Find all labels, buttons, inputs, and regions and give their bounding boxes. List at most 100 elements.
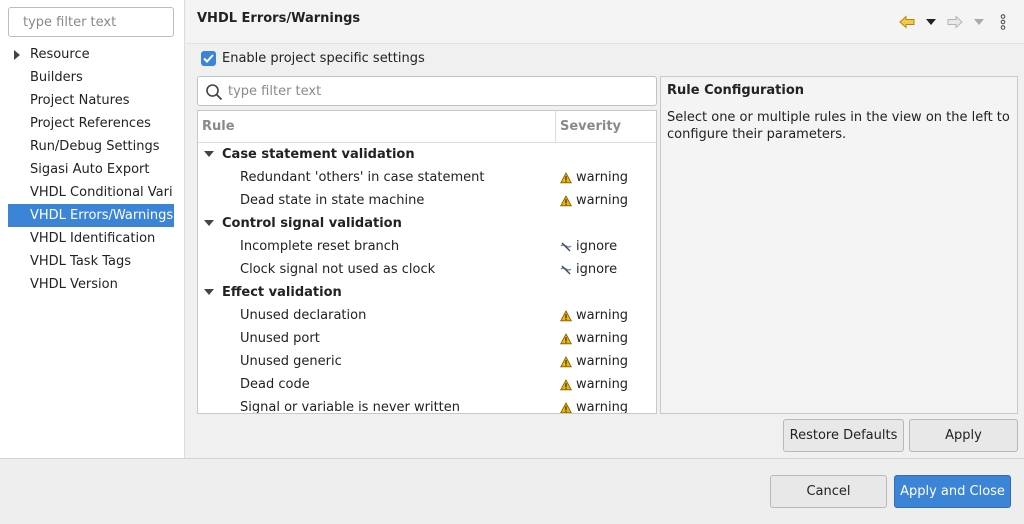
rule-configuration-panel: Rule Configuration Select one or multipl… xyxy=(660,76,1018,414)
rule-label: Signal or variable is never written xyxy=(240,400,461,414)
nav-item-label: VHDL Errors/Warnings xyxy=(30,208,174,223)
rule-group-label: Control signal validation xyxy=(222,216,402,231)
collapse-arrow-icon[interactable] xyxy=(204,289,214,295)
nav-item-vhdl-errors-warnings[interactable]: VHDL Errors/Warnings xyxy=(8,204,174,227)
rules-panel: Rule Severity Case statement validation R… xyxy=(197,76,657,414)
nav-item-label: Resource xyxy=(30,47,90,62)
rule-row[interactable]: Clock signal not used as clock ignore xyxy=(198,258,656,281)
warning-icon xyxy=(560,171,572,184)
nav-item-project-natures[interactable]: Project Natures xyxy=(8,89,174,112)
rules-tree-body: Case statement validation Redundant 'othe… xyxy=(198,143,656,414)
nav-item-label: VHDL Task Tags xyxy=(30,254,132,269)
rule-row[interactable]: Unused generic warning xyxy=(198,350,656,373)
nav-item-vhdl-version[interactable]: VHDL Version xyxy=(8,273,174,296)
more-options-icon[interactable] xyxy=(994,13,1012,31)
severity-label: warning xyxy=(576,354,629,369)
rule-row[interactable]: Dead code warning xyxy=(198,373,656,396)
rules-tree: Rule Severity Case statement validation R… xyxy=(197,110,657,414)
nav-item-run-debug-settings[interactable]: Run/Debug Settings xyxy=(8,135,174,158)
severity-label: warning xyxy=(576,331,629,346)
severity-cell[interactable]: warning xyxy=(560,377,628,392)
severity-cell[interactable]: warning xyxy=(560,354,628,369)
severity-cell[interactable]: warning xyxy=(560,170,628,185)
rule-label: Clock signal not used as clock xyxy=(240,262,436,277)
forward-menu-chevron-icon xyxy=(970,13,988,31)
rule-row[interactable]: Incomplete reset branch ignore xyxy=(198,235,656,258)
rule-row[interactable]: Redundant 'others' in case statement warn… xyxy=(198,166,656,189)
rules-tree-header: Rule Severity xyxy=(198,111,656,143)
rule-row[interactable]: Unused declaration warning xyxy=(198,304,656,327)
nav-item-vhdl-task-tags[interactable]: VHDL Task Tags xyxy=(8,250,174,273)
rule-group-label: Case statement validation xyxy=(222,147,415,162)
severity-cell[interactable]: ignore xyxy=(560,262,617,277)
warning-icon xyxy=(560,332,572,345)
preferences-nav-pane: Resource Builders Project Natures Project R… xyxy=(0,0,185,458)
nav-item-resource[interactable]: Resource xyxy=(8,43,174,66)
severity-column-header[interactable]: Severity xyxy=(556,111,656,142)
nav-item-label: Run/Debug Settings xyxy=(30,139,160,154)
nav-item-builders[interactable]: Builders xyxy=(8,66,174,89)
checkmark-icon xyxy=(203,53,214,63)
warning-icon xyxy=(560,378,572,391)
nav-item-label: Project Natures xyxy=(30,93,130,108)
severity-label: warning xyxy=(576,170,629,185)
enable-project-settings-label: Enable project specific settings xyxy=(222,50,425,66)
apply-and-close-button[interactable]: Apply and Close xyxy=(894,475,1011,508)
nav-item-vhdl-identification[interactable]: VHDL Identification xyxy=(8,227,174,250)
severity-label: ignore xyxy=(576,239,618,254)
warning-icon xyxy=(560,355,572,368)
nav-item-label: VHDL Identification xyxy=(30,231,156,246)
nav-item-vhdl-conditional-vari[interactable]: VHDL Conditional Vari xyxy=(8,181,174,204)
collapse-arrow-icon[interactable] xyxy=(204,151,214,157)
rule-label: Dead code xyxy=(240,377,310,392)
restore-defaults-button[interactable]: Restore Defaults xyxy=(783,419,904,452)
collapse-arrow-icon[interactable] xyxy=(204,220,214,226)
nav-item-label: Project References xyxy=(30,116,151,131)
ignore-icon xyxy=(560,264,572,276)
rule-group-row[interactable]: Case statement validation xyxy=(198,143,656,166)
dialog-footer: Cancel Apply and Close xyxy=(0,458,1024,524)
expand-arrow-icon[interactable] xyxy=(14,43,22,66)
severity-label: ignore xyxy=(576,262,618,277)
page-header: VHDL Errors/Warnings xyxy=(186,0,1024,44)
apply-button[interactable]: Apply xyxy=(909,419,1018,452)
rule-label: Incomplete reset branch xyxy=(240,239,400,254)
severity-cell[interactable]: warning xyxy=(560,331,628,346)
ignore-icon xyxy=(560,241,572,253)
cancel-button[interactable]: Cancel xyxy=(770,475,887,508)
warning-icon xyxy=(560,401,572,414)
header-toolbar xyxy=(898,13,1012,31)
forward-arrow-icon xyxy=(946,13,964,31)
severity-label: warning xyxy=(576,377,629,392)
severity-cell[interactable]: warning xyxy=(560,400,629,414)
nav-item-label: VHDL Version xyxy=(30,277,118,292)
nav-item-sigasi-auto-export[interactable]: Sigasi Auto Export xyxy=(8,158,174,181)
severity-label: warning xyxy=(576,308,629,323)
rule-filter-box xyxy=(197,76,657,106)
rule-group-row[interactable]: Effect validation xyxy=(198,281,656,304)
rule-row[interactable]: Unused port warning xyxy=(198,327,656,350)
severity-cell[interactable]: ignore xyxy=(560,239,617,254)
rule-column-header[interactable]: Rule xyxy=(198,111,556,142)
rule-configuration-title: Rule Configuration xyxy=(667,83,805,98)
nav-tree: Resource Builders Project Natures Project R… xyxy=(8,43,174,296)
back-menu-chevron-icon[interactable] xyxy=(922,13,940,31)
nav-filter-input[interactable] xyxy=(8,7,174,37)
rule-label: Unused port xyxy=(240,331,320,346)
enable-project-settings-row[interactable]: Enable project specific settings xyxy=(201,49,425,67)
nav-item-project-references[interactable]: Project References xyxy=(8,112,174,135)
search-icon xyxy=(206,84,223,101)
back-arrow-icon[interactable] xyxy=(898,13,916,31)
severity-cell[interactable]: warning xyxy=(560,308,628,323)
rule-label: Redundant 'others' in case statement xyxy=(240,170,485,185)
severity-cell[interactable]: warning xyxy=(560,193,628,208)
severity-label: warning xyxy=(576,400,629,414)
warning-icon xyxy=(560,194,572,207)
rule-row[interactable]: Dead state in state machine warning xyxy=(198,189,656,212)
page-title: VHDL Errors/Warnings xyxy=(197,11,361,26)
warning-icon xyxy=(560,309,572,322)
rule-group-row[interactable]: Control signal validation xyxy=(198,212,656,235)
rule-filter-input[interactable] xyxy=(228,81,648,102)
rule-row[interactable]: Signal or variable is never written warni… xyxy=(198,396,656,414)
enable-project-settings-checkbox[interactable] xyxy=(201,50,216,66)
